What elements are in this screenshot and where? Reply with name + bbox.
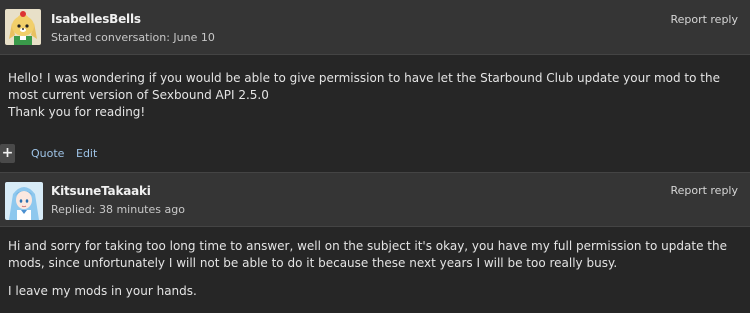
post-header: KitsuneTakaaki Replied: 38 minutes ago R…: [0, 172, 750, 227]
post-body: Hello! I was wondering if you would be a…: [8, 70, 740, 121]
post-username[interactable]: KitsuneTakaaki: [51, 184, 151, 198]
isabelle-avatar-icon[interactable]: [5, 9, 41, 45]
post-meta: Replied: 38 minutes ago: [51, 203, 185, 216]
post-meta: Started conversation: June 10: [51, 31, 215, 44]
post-header: IsabellesBells Started conversation: Jun…: [0, 0, 750, 55]
report-reply-link[interactable]: Report reply: [670, 184, 738, 197]
post-username[interactable]: IsabellesBells: [51, 12, 141, 26]
edit-link[interactable]: Edit: [76, 147, 97, 160]
post-paragraph: Hi and sorry for taking too long time to…: [8, 239, 727, 270]
post-actions: + Quote Edit: [0, 143, 750, 165]
post-paragraph: Thank you for reading!: [8, 105, 146, 119]
post-paragraph: I leave my mods in your hands.: [8, 284, 197, 298]
post-body: Hi and sorry for taking too long time to…: [8, 238, 740, 300]
quote-link[interactable]: Quote: [31, 147, 64, 160]
plus-icon[interactable]: +: [0, 144, 15, 163]
report-reply-link[interactable]: Report reply: [670, 13, 738, 26]
kitsune-avatar-icon[interactable]: [5, 182, 43, 220]
post-paragraph: Hello! I was wondering if you would be a…: [8, 71, 720, 102]
